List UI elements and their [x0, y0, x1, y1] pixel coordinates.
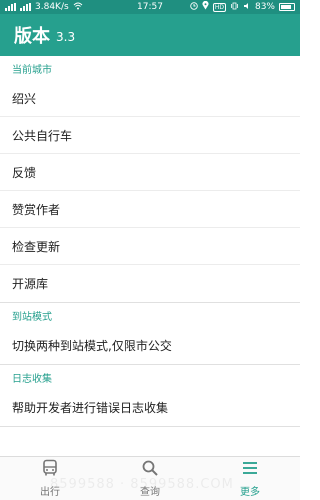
battery-percent: 83% [254, 2, 275, 12]
list-item-city[interactable]: 绍兴 [0, 80, 300, 117]
clock-icon [190, 1, 198, 13]
app-bar: 版本 3.3 [0, 14, 300, 56]
wifi-icon [73, 2, 83, 13]
tab-travel-label: 出行 [40, 487, 60, 498]
vibrate-icon [230, 2, 239, 13]
bus-icon [41, 459, 59, 480]
settings-list[interactable]: 当前城市 绍兴 公共自行车 反馈 赞赏作者 检查更新 开源库 到站模式 切换两种… [0, 56, 300, 456]
section-header-current-city: 当前城市 [12, 65, 52, 76]
signal-icon-2 [20, 3, 31, 11]
signal-icon [5, 3, 16, 11]
battery-icon [279, 3, 295, 11]
section-header-arrival-mode: 到站模式 [12, 312, 52, 323]
tab-more-label: 更多 [240, 487, 260, 498]
list-item-feedback[interactable]: 反馈 [0, 154, 300, 191]
list-item-open-source[interactable]: 开源库 [0, 265, 300, 302]
list-item-public-bike[interactable]: 公共自行车 [0, 117, 300, 154]
search-icon [141, 459, 159, 480]
menu-icon [241, 459, 259, 480]
status-bar: 3.84K/s 17:57 HD 83% [0, 0, 300, 14]
tab-travel[interactable]: 出行 [0, 457, 100, 500]
list-item-donate[interactable]: 赞赏作者 [0, 191, 300, 228]
tab-query[interactable]: 查询 [100, 457, 200, 500]
tab-more[interactable]: 更多 [200, 457, 300, 500]
mute-icon [243, 2, 251, 13]
page-title: 版本 [14, 26, 50, 47]
network-speed: 3.84K/s [35, 2, 69, 12]
hd-badge-icon: HD [212, 2, 226, 12]
list-item-arrival-mode[interactable]: 切换两种到站模式,仅限市公交 [0, 327, 300, 364]
list-item-log-collection[interactable]: 帮助开发者进行错误日志收集 [0, 389, 300, 426]
tab-query-label: 查询 [140, 487, 160, 498]
location-icon [202, 0, 209, 13]
divider [0, 426, 300, 427]
section-header-log-collection: 日志收集 [12, 374, 52, 385]
list-item-check-update[interactable]: 检查更新 [0, 228, 300, 265]
bottom-tab-bar: 出行 查询 更多 8599588 · 8599588.COM [0, 456, 300, 500]
version-number: 3.3 [56, 30, 76, 44]
